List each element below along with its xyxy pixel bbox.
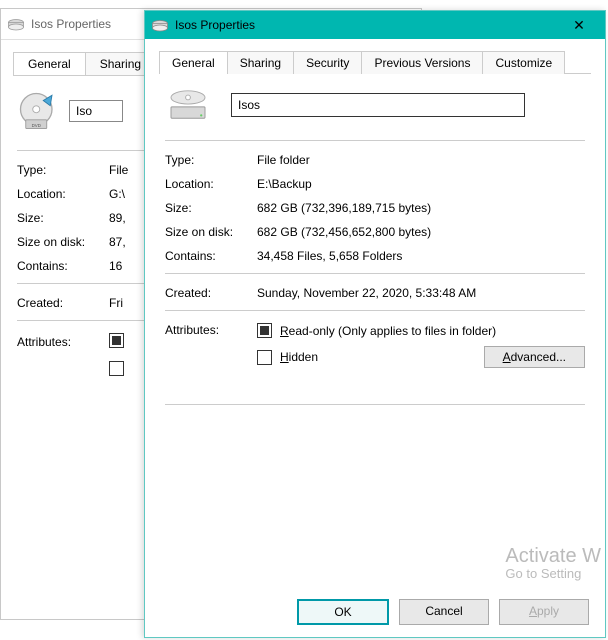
drive-icon [151, 18, 169, 32]
tab-previous-versions[interactable]: Previous Versions [361, 51, 483, 74]
attributes-label: Attributes: [17, 335, 109, 349]
size-label: Size: [165, 201, 257, 215]
separator [165, 273, 585, 274]
separator [165, 310, 585, 311]
type-value: File folder [257, 153, 585, 167]
svg-text:DVD: DVD [32, 123, 41, 128]
back-window-title: Isos Properties [31, 17, 111, 31]
readonly-checkbox[interactable] [257, 323, 272, 338]
front-properties-window: Isos Properties ✕ General Sharing Securi… [144, 10, 606, 638]
created-label: Created: [17, 296, 109, 310]
tab-sharing[interactable]: Sharing [227, 51, 294, 74]
tab-general[interactable]: General [159, 51, 228, 74]
hidden-label: Hidden [280, 350, 318, 364]
location-label: Location: [165, 177, 257, 191]
readonly-label: Read-only (Only applies to files in fold… [280, 324, 496, 338]
readonly-checkbox-back[interactable] [109, 333, 124, 348]
tab-customize[interactable]: Customize [482, 51, 565, 74]
contains-value: 34,458 Files, 5,658 Folders [257, 249, 585, 263]
cancel-button[interactable]: Cancel [399, 599, 489, 625]
close-button[interactable]: ✕ [559, 17, 599, 34]
contains-label: Contains: [165, 249, 257, 263]
hidden-checkbox[interactable] [257, 350, 272, 365]
drive-icon [7, 17, 25, 31]
tab-security[interactable]: Security [293, 51, 362, 74]
disk-value: 682 GB (732,456,652,800 bytes) [257, 225, 585, 239]
disk-label: Size on disk: [165, 225, 257, 239]
disk-label: Size on disk: [17, 235, 109, 249]
front-tabs: General Sharing Security Previous Versio… [159, 51, 591, 74]
separator [165, 404, 585, 405]
front-tab-panel: Isos Type:File folder Location:E:\Backup… [159, 73, 591, 431]
tab-general-back[interactable]: General [13, 52, 86, 75]
attributes-label: Attributes: [165, 323, 257, 337]
folder-name-input[interactable]: Isos [231, 93, 525, 117]
type-label: Type: [165, 153, 257, 167]
front-titlebar: Isos Properties ✕ [145, 11, 605, 39]
ok-button[interactable]: OK [297, 599, 389, 625]
created-value: Sunday, November 22, 2020, 5:33:48 AM [257, 286, 585, 300]
created-label: Created: [165, 286, 257, 300]
location-value: E:\Backup [257, 177, 585, 191]
apply-button[interactable]: Apply [499, 599, 589, 625]
dialog-button-row: OK Cancel Apply [297, 599, 589, 625]
separator [165, 140, 585, 141]
type-label: Type: [17, 163, 109, 177]
front-window-title: Isos Properties [175, 18, 559, 32]
drive-large-icon [165, 88, 211, 122]
size-label: Size: [17, 211, 109, 225]
folder-name-input-back[interactable]: Iso [69, 100, 123, 122]
advanced-button[interactable]: Advanced... [484, 346, 585, 368]
contains-label: Contains: [17, 259, 109, 273]
dvd-icon: DVD [17, 90, 59, 132]
size-value: 682 GB (732,396,189,715 bytes) [257, 201, 585, 215]
location-label: Location: [17, 187, 109, 201]
activate-watermark: Activate W Go to Setting [505, 545, 601, 581]
hidden-checkbox-back[interactable] [109, 361, 124, 376]
